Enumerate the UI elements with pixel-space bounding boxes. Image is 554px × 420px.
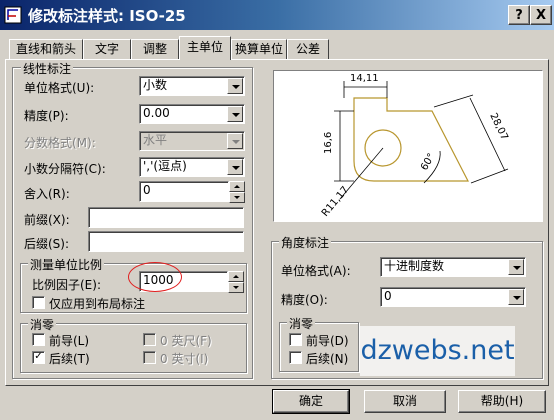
inches-label: 0 英寸(I) [160,352,209,366]
preview-dim-radius: R11,17 [320,185,351,219]
fraction-format-label: 分数格式(M): [24,136,96,150]
decimal-separator-select[interactable]: ','(逗点) [139,157,245,177]
tab-tolerances[interactable]: 公差 [287,39,329,59]
trailing-zero-label: 后续(T) [49,352,90,366]
preview-dim-right: 28,07 [487,111,509,142]
scale-factor-spinner[interactable] [228,271,244,293]
help-title-button[interactable]: ? [508,5,530,25]
chevron-down-icon[interactable] [227,159,243,175]
watermark-text: dzwebs.net [360,326,515,376]
chevron-down-icon [227,133,243,149]
dimension-preview-drawing: 14,11 16,6 28,07 60° R11,17 [320,73,510,219]
tab-lines-arrows[interactable]: 直线和箭头 [9,39,83,59]
fraction-format-select: 水平 [139,131,245,151]
angular-unit-format-select[interactable]: 十进制度数 [380,257,526,277]
preview-pane: 14,11 16,6 28,07 60° R11,17 [273,70,543,222]
linear-group-label: 线性标注 [21,60,74,77]
ok-button[interactable]: 确定 [272,389,350,414]
angular-trailing-checkbox[interactable] [289,351,302,364]
trailing-zero-checkbox[interactable]: ✓ [32,351,45,364]
leading-zero-checkbox[interactable] [32,333,45,346]
decimal-separator-label: 小数分隔符(C): [24,162,106,176]
window-title: 修改标注样式: ISO-25 [28,7,186,25]
unit-format-label: 单位格式(U): [24,81,95,95]
preview-dim-left: 16,6 [323,132,334,154]
round-off-label: 舍入(R): [24,187,70,201]
angular-leading-label: 前导(D) [306,334,349,348]
title-bar: 修改标注样式: ISO-25 ? X [0,0,554,30]
preview-dim-top: 14,11 [350,73,379,84]
angular-precision-select[interactable]: 0 [380,287,526,307]
layout-only-checkbox[interactable] [32,296,45,309]
help-button[interactable]: 帮助(H) [458,390,546,413]
prefix-label: 前缀(X): [24,213,70,227]
angular-precision-label: 精度(O): [281,293,328,307]
scale-group-label: 测量单位比例 [28,256,105,273]
close-button[interactable]: X [530,5,552,25]
chevron-down-icon[interactable] [508,289,524,305]
precision-select[interactable]: 0.00 [139,104,245,124]
annotation-circle [128,262,182,292]
chevron-down-icon[interactable] [227,78,243,94]
tab-text[interactable]: 文字 [83,39,131,59]
tab-alternate-units[interactable]: 换算单位 [231,39,287,59]
feet-checkbox [143,333,156,346]
angular-leading-checkbox[interactable] [289,333,302,346]
round-off-input[interactable]: 0 [139,181,229,202]
tab-primary-units[interactable]: 主单位 [179,36,231,60]
inches-checkbox [143,351,156,364]
round-off-spinner[interactable] [229,181,245,203]
layout-only-label: 仅应用到布局标注 [49,297,146,311]
preview-geometry [353,97,469,182]
chevron-down-icon[interactable] [227,106,243,122]
angular-zero-group-label: 消零 [287,315,316,332]
unit-format-select[interactable]: 小数 [139,76,245,96]
angular-group-label: 角度标注 [279,234,332,251]
precision-label: 精度(P): [24,109,69,123]
angular-trailing-label: 后续(N) [306,352,349,366]
angular-unit-format-label: 单位格式(A): [281,264,351,278]
dimension-style-icon [4,6,22,24]
cancel-button[interactable]: 取消 [364,390,446,413]
linear-zero-group-label: 消零 [28,316,57,333]
prefix-input[interactable] [88,207,244,228]
chevron-down-icon[interactable] [508,259,524,275]
suffix-input[interactable] [88,231,244,252]
suffix-label: 后缀(S): [24,237,70,251]
tab-fit[interactable]: 调整 [131,39,179,59]
scale-factor-label: 比例因子(E): [32,278,101,292]
feet-label: 0 英尺(F) [160,334,212,348]
leading-zero-label: 前导(L) [49,334,90,348]
